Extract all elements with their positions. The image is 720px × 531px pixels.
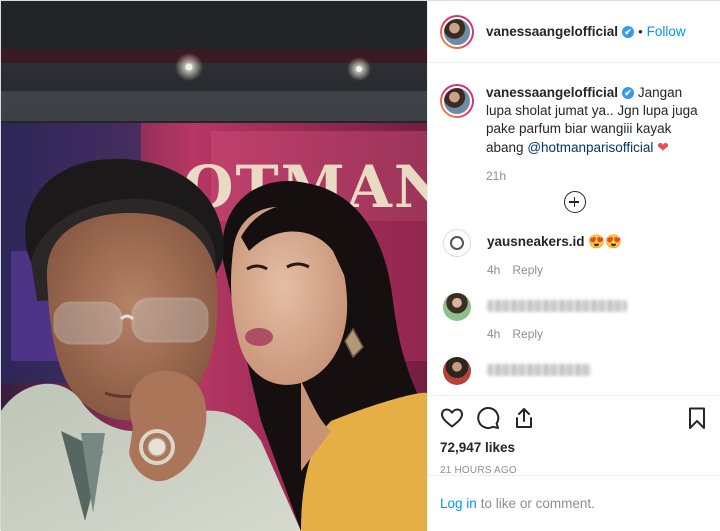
comments-list[interactable]: vanessaangelofficial ✔ Jangan lupa sholat… bbox=[428, 64, 720, 394]
comment-avatar[interactable] bbox=[443, 293, 471, 321]
comment-item bbox=[440, 357, 709, 385]
follow-button[interactable]: Follow bbox=[647, 24, 686, 39]
comment-time[interactable]: 4h bbox=[487, 263, 500, 277]
login-bar: Log in to like or comment. bbox=[428, 475, 720, 531]
comment-icon[interactable] bbox=[476, 406, 500, 430]
reply-button[interactable]: Reply bbox=[512, 263, 543, 277]
comment-text-blurred bbox=[487, 357, 709, 379]
blurred-comment-text bbox=[487, 300, 627, 313]
caption-text: vanessaangelofficial ✔ Jangan lupa sholat… bbox=[486, 84, 709, 157]
reply-button[interactable]: Reply bbox=[512, 327, 543, 341]
post-actions: 72,947 likes 21 HOURS AGO bbox=[428, 395, 720, 476]
caption: vanessaangelofficial ✔ Jangan lupa sholat… bbox=[440, 84, 709, 157]
comment-item: 4h Reply bbox=[440, 293, 709, 341]
comment-item: yausneakers.id 😍😍 4h Reply bbox=[440, 229, 709, 277]
caption-mention-link[interactable]: @hotmanparisofficial bbox=[527, 140, 653, 155]
verified-badge-icon: ✔ bbox=[622, 26, 635, 38]
heart-icon[interactable] bbox=[440, 406, 464, 430]
post-header: vanessaangelofficial ✔ • Follow bbox=[428, 1, 720, 63]
caption-time[interactable]: 21h bbox=[486, 169, 709, 183]
red-heart-emoji-icon: ❤ bbox=[657, 139, 669, 155]
comment-text: yausneakers.id 😍😍 bbox=[487, 229, 709, 251]
comment-text-blurred bbox=[487, 293, 709, 315]
verified-badge-icon: ✔ bbox=[622, 87, 635, 99]
comment-meta: 4h Reply bbox=[487, 327, 709, 341]
author-username[interactable]: vanessaangelofficial ✔ bbox=[486, 24, 635, 39]
likes-count[interactable]: 72,947 likes bbox=[440, 440, 709, 455]
post-photo[interactable]: OTMAN bbox=[1, 1, 427, 531]
comment-username[interactable]: yausneakers.id bbox=[487, 234, 585, 249]
selfie-image: OTMAN bbox=[1, 1, 427, 531]
load-more-comments-plus-circle-icon[interactable] bbox=[563, 191, 586, 213]
author-username-text[interactable]: vanessaangelofficial bbox=[486, 24, 618, 39]
action-icons bbox=[440, 396, 709, 440]
comment-avatar[interactable] bbox=[443, 357, 471, 385]
separator-dot: • bbox=[638, 24, 643, 39]
bookmark-icon[interactable] bbox=[685, 406, 709, 430]
comment-meta: 4h Reply bbox=[487, 263, 709, 277]
comment-body: 😍😍 bbox=[588, 234, 622, 249]
comment-avatar[interactable] bbox=[443, 229, 471, 257]
comment-time[interactable]: 4h bbox=[487, 327, 500, 341]
post-side-panel: vanessaangelofficial ✔ • Follow vanessaan… bbox=[427, 1, 720, 531]
login-suffix-text: to like or comment. bbox=[480, 496, 595, 511]
instagram-post: OTMAN bbox=[0, 0, 720, 531]
profile-avatar[interactable] bbox=[440, 14, 474, 49]
caption-avatar[interactable] bbox=[440, 84, 474, 118]
share-icon[interactable] bbox=[512, 406, 536, 430]
login-link[interactable]: Log in bbox=[440, 496, 477, 511]
caption-username[interactable]: vanessaangelofficial bbox=[486, 85, 618, 100]
blurred-comment-text bbox=[487, 364, 591, 377]
